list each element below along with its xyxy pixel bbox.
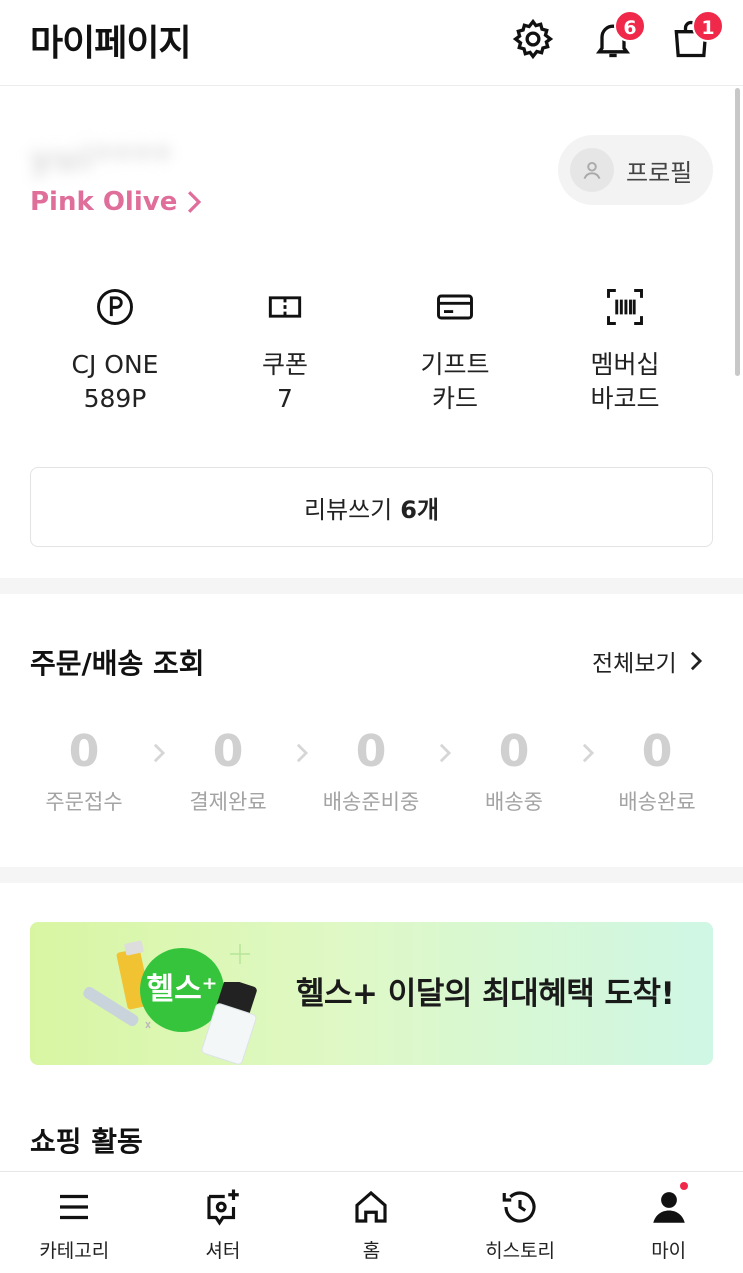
order-step-delivered[interactable]: 0 배송완료 [597,726,717,816]
quick-item-value: 바코드 [590,384,660,413]
step-count: 0 [355,726,387,777]
membership-grade-link[interactable]: Pink Olive [30,187,203,217]
quick-item-label: 기프트 [420,350,490,379]
order-step-preparing[interactable]: 0 배송준비중 [311,726,431,816]
section-divider [0,578,743,594]
quick-item-value: 7 [277,384,293,413]
page-title: 마이페이지 [30,23,192,64]
step-label: 배송중 [485,790,543,814]
tab-label: 셔터 [205,1240,241,1262]
tab-category[interactable]: 카테고리 [0,1172,149,1273]
user-icon [583,161,601,180]
quick-item-label: 멤버십 [590,350,660,379]
coupon-icon [268,296,302,318]
shopping-activity-title: 쇼핑 활동 [30,1125,143,1158]
settings-button[interactable] [508,14,558,64]
step-label: 주문접수 [45,790,123,814]
point-icon [97,289,133,325]
tab-label: 홈 [362,1240,381,1262]
home-icon [355,1190,388,1223]
chevron-right-icon [188,191,202,213]
order-section-title: 주문/배송 조회 [30,647,205,680]
write-review-button[interactable]: 리뷰쓰기 6개 [30,467,713,547]
section-divider [0,867,743,883]
step-count: 0 [498,726,530,777]
review-label: 리뷰쓰기 [303,495,393,524]
chevron-right-icon [582,743,595,763]
menu-icon [60,1194,89,1220]
quick-item-barcode[interactable]: 멤버십 바코드 [540,282,710,422]
serum-bottle-icon [201,982,257,1065]
quick-item-coupon[interactable]: 쿠폰 7 [200,282,370,422]
avatar [570,148,614,192]
order-step-paid[interactable]: 0 결제완료 [168,726,288,816]
barcode-icon [607,289,643,325]
step-count: 0 [641,726,673,777]
chevron-right-icon [690,651,702,671]
banner-text: 헬스+ 이달의 최대혜택 도착! [296,976,675,1012]
top-header: 마이페이지 6 1 [0,0,743,86]
tab-history[interactable]: 히스토리 [446,1172,595,1273]
gear-icon [512,18,554,60]
tab-my[interactable]: 마이 [594,1172,743,1273]
shutter-icon [207,1189,239,1226]
view-all-label: 전체보기 [592,651,677,677]
notification-badge: 6 [614,10,646,42]
tab-label: 히스토리 [485,1240,556,1262]
cart-badge: 1 [692,10,724,42]
profile-button[interactable]: 프로필 [558,135,713,205]
order-step-shipping[interactable]: 0 배송중 [454,726,574,816]
gift-card-icon [437,294,473,320]
quick-item-value: 589P [83,384,147,413]
tab-shutter[interactable]: 셔터 [149,1172,298,1273]
promo-banner[interactable]: 헬스⁺ 헬스+ 이달의 최대혜택 도착! [30,922,713,1065]
step-count: 0 [212,726,244,777]
grade-label: Pink Olive [30,187,178,217]
quick-menu: CJ ONE 589P 쿠폰 7 기프트 카드 멤버십 바코드 [30,282,713,422]
cart-button[interactable]: 1 [666,10,724,64]
quick-item-gift-card[interactable]: 기프트 카드 [370,282,540,422]
quick-item-label: 쿠폰 [261,350,308,379]
step-label: 결제완료 [189,790,267,814]
step-count: 0 [68,726,100,777]
tab-label: 카테고리 [39,1240,110,1262]
order-step-received[interactable]: 0 주문접수 [24,726,144,816]
chevron-right-icon [153,743,166,763]
quick-item-label: CJ ONE [71,350,159,379]
chevron-right-icon [296,743,309,763]
order-steps: 0 주문접수 0 결제완료 0 배송준비중 0 배송중 0 배송완료 [12,726,732,826]
tab-home[interactable]: 홈 [297,1172,446,1273]
quick-item-value: 카드 [431,384,478,413]
step-label: 배송완료 [618,790,696,814]
bottom-tab-bar: 카테고리 셔터 홈 히스토리 마이 [0,1171,743,1273]
notification-button[interactable]: 6 [588,10,646,64]
chevron-right-icon [439,743,452,763]
step-label: 배송준비중 [322,790,420,814]
tab-label: 마이 [651,1240,687,1262]
username: yui**** [30,139,174,179]
view-all-orders-link[interactable]: 전체보기 [592,644,703,678]
sparkle-icon [230,944,250,964]
history-icon [502,1191,536,1223]
profile-section: yui**** Pink Olive 프로필 CJ ONE 589P 쿠폰 7 … [0,87,743,577]
user-filled-icon [652,1192,685,1223]
profile-button-label: 프로필 [626,158,693,187]
quick-item-cj-one[interactable]: CJ ONE 589P [30,282,200,422]
review-count: 6개 [400,495,440,524]
